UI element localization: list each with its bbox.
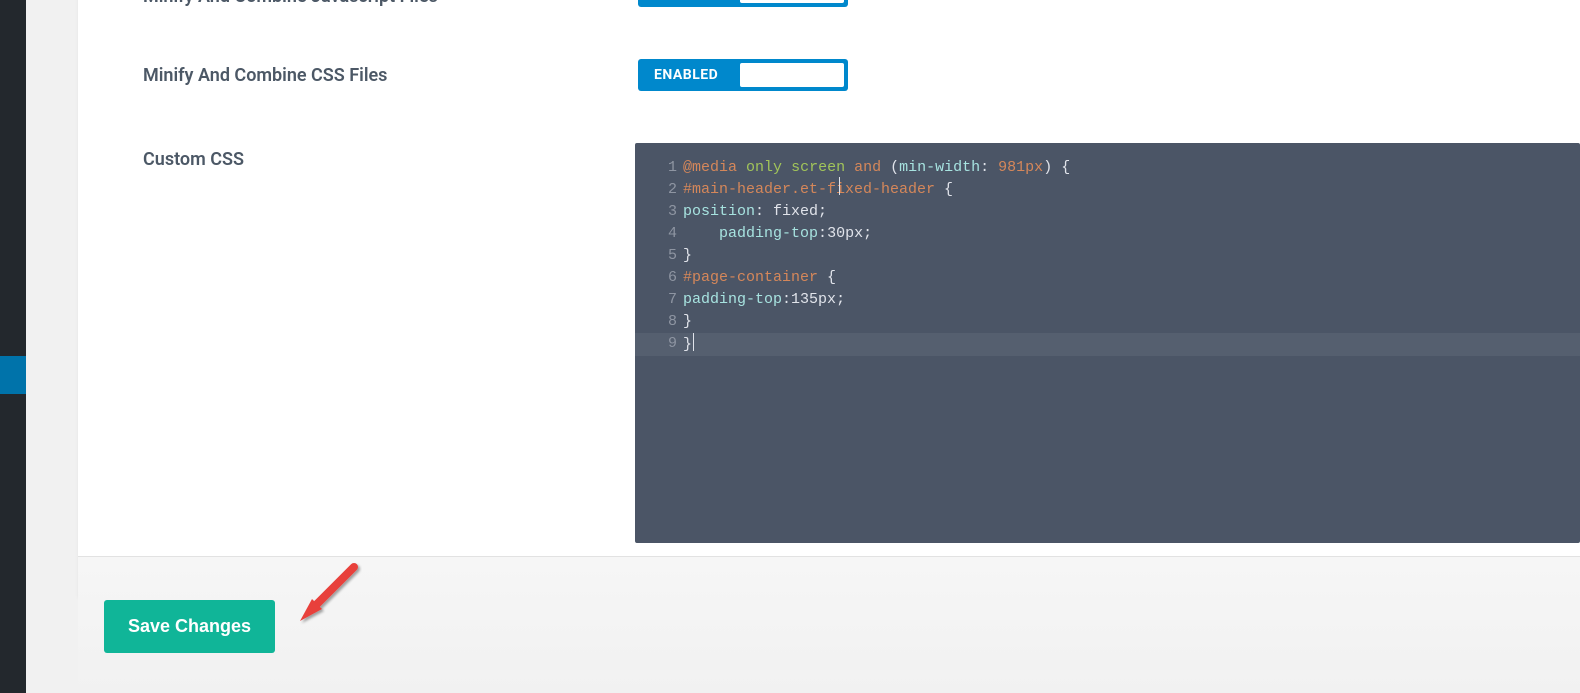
line-number: 2 <box>635 179 683 201</box>
line-number: 7 <box>635 289 683 311</box>
text-caret-icon <box>839 177 840 195</box>
code-line: 2#main-header.et-fixed-header { <box>635 179 1580 201</box>
code-line: 5} <box>635 245 1580 267</box>
line-number: 8 <box>635 311 683 333</box>
code-content: } <box>683 311 692 333</box>
code-line: 9} <box>635 333 1580 356</box>
arrow-annotation-icon <box>296 561 362 627</box>
code-line: 8} <box>635 311 1580 333</box>
custom-css-editor[interactable]: 1@media only screen and (min-width: 981p… <box>635 143 1580 543</box>
code-content: } <box>683 333 694 356</box>
toggle-minify-js[interactable]: ENABLED <box>638 0 848 7</box>
line-number: 1 <box>635 157 683 179</box>
option-label: Minify And Combine CSS Files <box>143 59 638 86</box>
code-line: 4 padding-top:30px; <box>635 223 1580 245</box>
option-minify-js: Minify And Combine Javascript Files ENAB… <box>78 0 1580 7</box>
option-label: Minify And Combine Javascript Files <box>143 0 638 7</box>
code-content: #page-container { <box>683 267 836 289</box>
option-custom-css: Custom CSS 1@media only screen and (min-… <box>78 143 1580 543</box>
options-panel: Minify And Combine Javascript Files ENAB… <box>78 0 1580 597</box>
code-line: 3position: fixed; <box>635 201 1580 223</box>
content-area: Minify And Combine Javascript Files ENAB… <box>26 0 1580 693</box>
code-content: } <box>683 245 692 267</box>
footer-bar: Save Changes <box>78 556 1580 693</box>
toggle-state-text: ENABLED <box>638 67 740 83</box>
code-line: 1@media only screen and (min-width: 981p… <box>635 157 1580 179</box>
line-number: 5 <box>635 245 683 267</box>
toggle-knob <box>740 0 844 3</box>
line-number: 4 <box>635 223 683 245</box>
line-number: 3 <box>635 201 683 223</box>
admin-sidebar <box>0 0 26 693</box>
code-line: 6#page-container { <box>635 267 1580 289</box>
code-content: padding-top:30px; <box>683 223 872 245</box>
caret-icon <box>693 333 694 351</box>
option-label: Custom CSS <box>143 143 635 170</box>
code-content: #main-header.et-fixed-header { <box>683 179 953 201</box>
code-content: position: fixed; <box>683 201 827 223</box>
code-line: 7padding-top:135px; <box>635 289 1580 311</box>
line-number: 6 <box>635 267 683 289</box>
option-minify-css: Minify And Combine CSS Files ENABLED <box>78 59 1580 91</box>
toggle-knob <box>740 63 844 87</box>
save-button[interactable]: Save Changes <box>104 600 275 653</box>
code-content: @media only screen and (min-width: 981px… <box>683 157 1070 179</box>
toggle-minify-css[interactable]: ENABLED <box>638 59 848 91</box>
sidebar-collapse-indicator[interactable] <box>0 356 26 394</box>
code-content: padding-top:135px; <box>683 289 845 311</box>
line-number: 9 <box>635 333 683 356</box>
